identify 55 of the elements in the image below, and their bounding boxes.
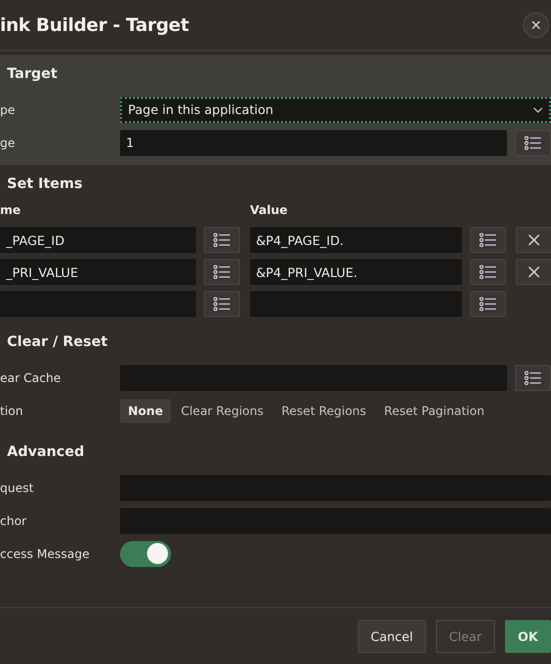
radio-option[interactable]: Reset Pagination	[376, 398, 492, 422]
input-field[interactable]	[120, 508, 551, 534]
input-field[interactable]: &P4_PRI_VALUE.	[250, 259, 462, 285]
close-button[interactable]: ×	[523, 12, 549, 38]
list-button[interactable]	[470, 259, 506, 285]
field-label: pe	[0, 102, 16, 116]
section-heading: Target	[7, 65, 58, 84]
dialog-button[interactable]: OK	[504, 620, 551, 652]
list-icon	[213, 265, 231, 279]
list-button[interactable]	[470, 291, 506, 317]
list-icon	[524, 370, 542, 384]
chevron-down-icon	[533, 106, 543, 112]
input-field[interactable]: _PAGE_ID	[0, 227, 196, 253]
list-button[interactable]	[204, 259, 240, 285]
remove-button[interactable]	[516, 259, 551, 285]
toggle-knob	[147, 543, 168, 564]
list-icon	[479, 233, 497, 247]
input-field[interactable]: &P4_PAGE_ID.	[250, 227, 462, 253]
input-field[interactable]	[120, 364, 507, 390]
field-label: quest	[0, 480, 35, 494]
list-button[interactable]	[204, 291, 240, 317]
field-label: tion	[0, 404, 24, 418]
list-icon	[213, 297, 231, 311]
list-icon	[479, 297, 497, 311]
close-icon	[528, 234, 540, 246]
toggle-switch[interactable]	[120, 540, 171, 566]
list-icon	[524, 136, 542, 150]
column-header: me	[0, 203, 22, 219]
field-label: ear Cache	[0, 370, 62, 384]
remove-button[interactable]	[516, 227, 551, 253]
input-field[interactable]	[0, 291, 196, 317]
radio-option[interactable]: None	[120, 398, 171, 422]
close-icon	[528, 266, 540, 278]
list-button[interactable]	[470, 227, 506, 253]
list-icon	[213, 233, 231, 247]
select-field[interactable]: Page in this application	[120, 96, 551, 122]
section-heading: Advanced	[7, 443, 86, 462]
field-label: ge	[0, 136, 16, 150]
section-heading: Clear / Reset	[7, 333, 109, 352]
field-label: ccess Message	[0, 546, 90, 560]
input-field[interactable]	[120, 474, 551, 500]
dialog-title: ink Builder - Target	[0, 14, 189, 36]
list-button[interactable]	[515, 364, 551, 390]
input-field[interactable]: 1	[120, 130, 507, 156]
list-button[interactable]	[204, 227, 240, 253]
dialog-button[interactable]: Cancel	[358, 620, 426, 652]
section-heading: Set Items	[7, 175, 84, 194]
input-field[interactable]: _PRI_VALUE	[0, 259, 196, 285]
input-field[interactable]	[250, 291, 462, 317]
radio-option[interactable]: Clear Regions	[172, 398, 272, 422]
field-label: chor	[0, 514, 28, 528]
column-header: Value	[250, 203, 289, 219]
list-icon	[479, 265, 497, 279]
radio-option[interactable]: Reset Regions	[274, 398, 374, 422]
list-button[interactable]	[515, 130, 551, 156]
